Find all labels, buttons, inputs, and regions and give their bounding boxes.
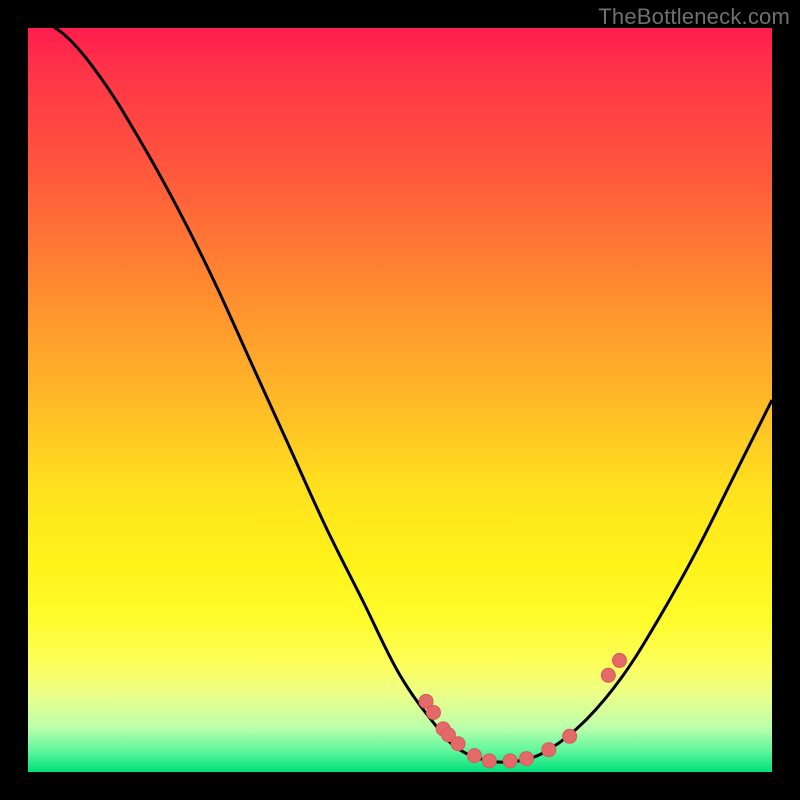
highlight-dot [482,754,496,768]
highlight-dot [467,749,481,763]
chart-svg [28,28,772,772]
highlight-dot [503,754,517,768]
highlight-dot [426,705,440,719]
highlight-dot [612,653,626,667]
highlight-dot [451,737,465,751]
highlight-dot [519,752,533,766]
highlight-dot [542,743,556,757]
chart-frame: TheBottleneck.com [0,0,800,800]
highlight-dot [563,729,577,743]
highlight-dot [601,668,615,682]
watermark-text: TheBottleneck.com [598,4,790,30]
chart-plot-area [28,28,772,772]
bottleneck-curve [28,13,772,762]
